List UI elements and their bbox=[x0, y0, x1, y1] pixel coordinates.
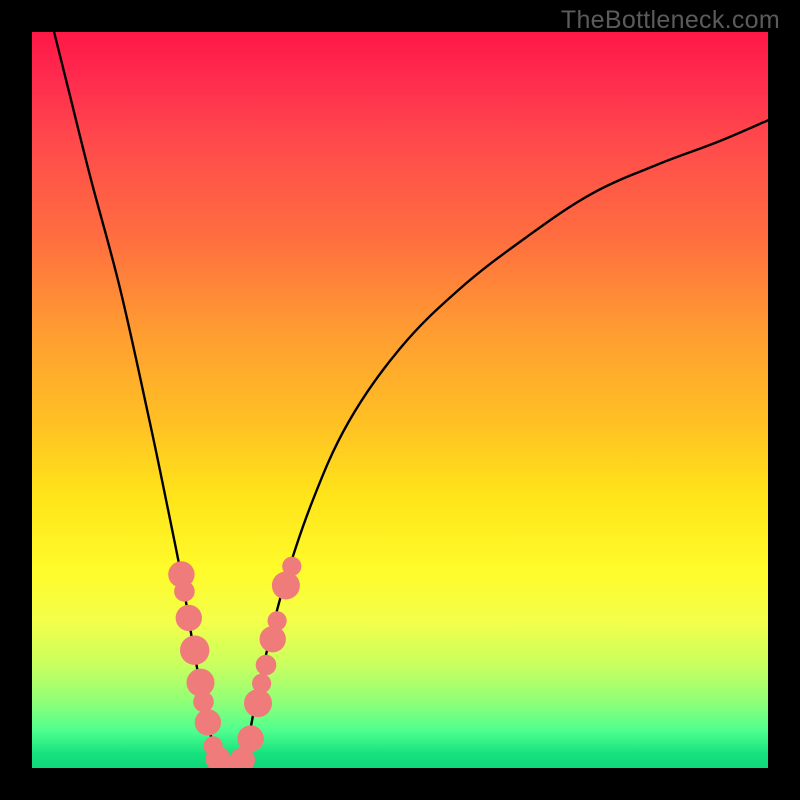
chart-frame: TheBottleneck.com bbox=[0, 0, 800, 800]
data-point bbox=[195, 709, 221, 735]
data-point bbox=[176, 605, 202, 631]
plot-area bbox=[32, 32, 768, 768]
data-point bbox=[237, 725, 263, 751]
bottleneck-curve bbox=[54, 32, 768, 768]
data-point bbox=[256, 655, 277, 676]
data-point bbox=[272, 572, 300, 600]
curve-layer bbox=[32, 32, 768, 768]
data-point bbox=[282, 557, 301, 576]
data-point bbox=[268, 611, 287, 630]
data-point bbox=[252, 674, 271, 693]
data-point bbox=[193, 692, 214, 713]
data-point bbox=[244, 689, 272, 717]
watermark-text: TheBottleneck.com bbox=[561, 6, 780, 35]
marker-layer bbox=[168, 557, 301, 768]
data-point bbox=[174, 581, 195, 602]
data-point bbox=[260, 626, 286, 652]
data-point bbox=[180, 636, 209, 665]
